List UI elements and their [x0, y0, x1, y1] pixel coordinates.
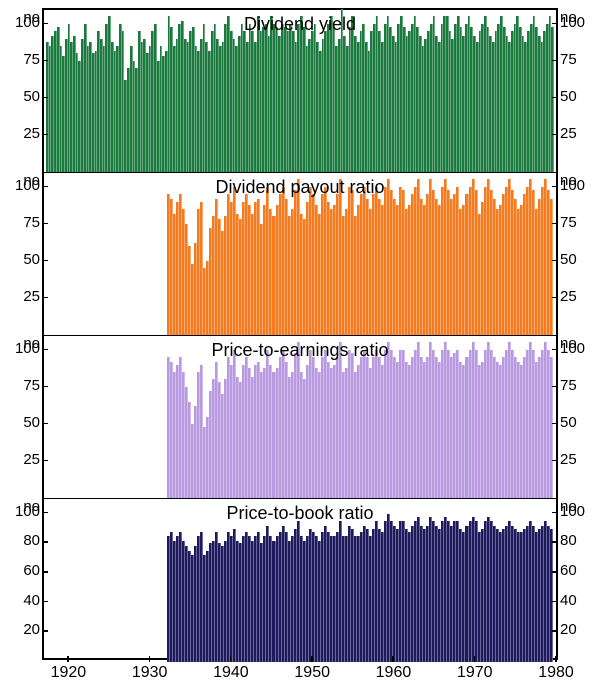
x-tick-label: 1960 — [376, 664, 412, 682]
y-tick-label: 50 — [560, 252, 596, 267]
panel-title: Dividend payout ratio — [215, 177, 384, 198]
y-tick-label: 100 — [560, 504, 596, 519]
y-tick-label: 25 — [560, 452, 596, 467]
y-tick-label: 100 — [4, 341, 40, 356]
x-tick-label: 1920 — [51, 664, 87, 682]
y-tick-label: 50 — [4, 252, 40, 267]
y-tick-label: 100 — [4, 504, 40, 519]
y-tick-label: 75 — [560, 52, 596, 67]
y-tick-label: 60 — [4, 563, 40, 578]
y-tick-label: 25 — [4, 452, 40, 467]
y-tick-label: 25 — [4, 126, 40, 141]
x-tick-label: 1950 — [294, 664, 330, 682]
y-tick-label: 100 — [560, 341, 596, 356]
x-tick-label: 1930 — [132, 664, 168, 682]
panel-title: Dividend yield — [244, 14, 356, 35]
y-tick-label: 75 — [4, 378, 40, 393]
y-tick-label: 80 — [560, 533, 596, 548]
y-tick-label: 100 — [4, 15, 40, 30]
panel-pe-ratio: Price-to-earnings ratio — [44, 336, 556, 499]
chart-frame: Dividend yield Dividend payout ratio Pri… — [42, 8, 558, 660]
y-tick-label: 25 — [560, 126, 596, 141]
panel-dividend-yield: Dividend yield — [44, 10, 556, 173]
y-tick-label: 100 — [4, 178, 40, 193]
y-tick-label: 40 — [560, 593, 596, 608]
x-tick-label: 1940 — [213, 664, 249, 682]
panel-title: Price-to-earnings ratio — [211, 340, 388, 361]
y-tick-label: 20 — [4, 622, 40, 637]
x-tick-label: 1980 — [538, 664, 574, 682]
y-tick-label: 25 — [560, 289, 596, 304]
y-tick-label: 50 — [560, 89, 596, 104]
panel-title: Price-to-book ratio — [226, 503, 373, 524]
y-tick-label: 50 — [560, 415, 596, 430]
y-tick-label: 75 — [560, 378, 596, 393]
x-tick-label: 1970 — [457, 664, 493, 682]
y-tick-label: 80 — [4, 533, 40, 548]
y-tick-label: 40 — [4, 593, 40, 608]
y-tick-label: 100 — [560, 178, 596, 193]
y-tick-label: 25 — [4, 289, 40, 304]
y-tick-label: 75 — [4, 215, 40, 230]
y-tick-label: 100 — [560, 15, 596, 30]
y-tick-label: 20 — [560, 622, 596, 637]
y-tick-label: 75 — [4, 52, 40, 67]
y-tick-label: 50 — [4, 89, 40, 104]
y-tick-label: 50 — [4, 415, 40, 430]
y-tick-label: 60 — [560, 563, 596, 578]
panel-dividend-payout: Dividend payout ratio — [44, 173, 556, 336]
panel-pb-ratio: Price-to-book ratio — [44, 499, 556, 662]
y-tick-label: 75 — [560, 215, 596, 230]
